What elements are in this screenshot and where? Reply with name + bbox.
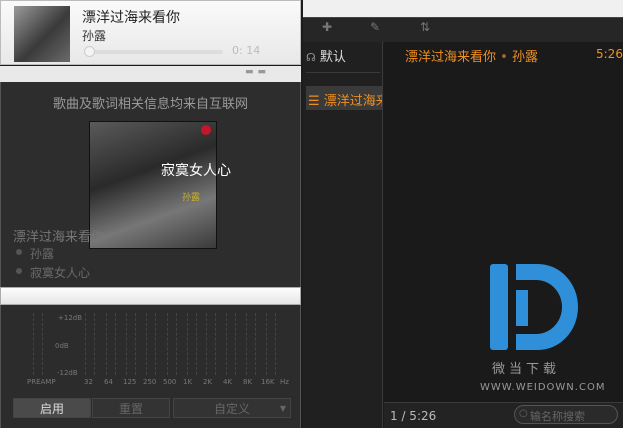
info-album: 寂寞女人心	[30, 266, 91, 280]
eq-slider-2k[interactable]	[206, 313, 216, 375]
eq-preset-label: 自定义	[213, 402, 250, 416]
eq-slider-preamp[interactable]	[33, 313, 43, 375]
eq-slider-250[interactable]	[146, 313, 156, 375]
search-icon: ○	[519, 408, 528, 419]
panel-control-icons[interactable]: ▬▬	[245, 67, 270, 77]
eq-slider-16k[interactable]	[266, 313, 276, 375]
band-label-preamp: PREAMP	[27, 378, 56, 386]
progress-bar[interactable]	[88, 50, 223, 54]
eq-slider-1k[interactable]	[187, 313, 197, 375]
band-label-500: 500	[163, 378, 177, 386]
info-song-title: 漂洋过海来看你	[13, 230, 105, 245]
band-label-64: 64	[104, 378, 113, 386]
eq-slider-500[interactable]	[167, 313, 177, 375]
headphones-icon: ☊	[306, 51, 316, 64]
track-artist: 孙露	[511, 50, 538, 65]
band-label-250: 250	[143, 378, 157, 386]
playlist-toolbar	[303, 17, 623, 43]
info-artist: 孙露	[30, 247, 55, 261]
track-duration: 5:26	[596, 47, 623, 61]
progress-knob[interactable]	[84, 46, 95, 57]
eq-slider-125[interactable]	[126, 313, 136, 375]
band-label-8k: 8K	[243, 378, 253, 386]
eq-preset-dropdown[interactable]: 自定义 ▼	[173, 398, 291, 418]
panel-separator	[0, 287, 301, 305]
track-count: 1 / 5:26	[390, 409, 437, 423]
eq-slider-4k[interactable]	[226, 313, 236, 375]
eq-enable-button[interactable]: 启用	[13, 398, 91, 418]
mini-song-title: 漂洋过海来看你	[82, 10, 180, 26]
window-titlebar	[303, 0, 623, 17]
artist-dot-icon	[16, 249, 22, 255]
chevron-down-icon: ▼	[279, 404, 286, 413]
track-title: 漂洋过海来看你	[405, 50, 497, 65]
pencil-icon[interactable]: ✎	[370, 20, 380, 34]
eq-reset-button[interactable]: 重置	[92, 398, 170, 418]
band-label-hz: Hz	[280, 378, 289, 386]
watermark-brand: 微当下载	[492, 362, 561, 377]
db-bottom-label: -12dB	[57, 369, 78, 377]
band-label-16k: 16K	[261, 378, 275, 386]
weidown-logo-icon	[490, 264, 578, 350]
album-thumbnail[interactable]	[14, 6, 70, 62]
cover-artist-tag: 孙露	[182, 193, 201, 203]
band-label-1k: 1K	[183, 378, 193, 386]
sort-icon[interactable]: ⇅	[420, 20, 430, 34]
cover-title: 寂寞女人心	[161, 163, 231, 179]
eq-slider-32[interactable]	[85, 313, 95, 375]
album-dot-icon	[16, 268, 22, 274]
playlist-current-item[interactable]: ☰ 漂洋过海来看你	[308, 90, 382, 109]
band-label-2k: 2K	[203, 378, 213, 386]
eq-slider-64[interactable]	[106, 313, 116, 375]
db-top-label: +12dB	[58, 314, 83, 322]
playlist-default-label: 默认	[319, 50, 346, 65]
search-placeholder: 输名称搜索	[530, 410, 585, 423]
sidebar-divider	[306, 72, 380, 73]
band-label-32: 32	[84, 378, 93, 386]
play-time: 0: 14	[232, 44, 261, 57]
track-row[interactable]: 漂洋过海来看你 • 孙露	[405, 46, 538, 65]
playlist-default[interactable]: ☊ 默认	[306, 46, 346, 65]
watermark-url: WWW.WEIDOWN.COM	[480, 382, 606, 393]
source-notice: 歌曲及歌词相关信息均来自互联网	[52, 97, 248, 112]
list-icon: ☰	[308, 94, 320, 109]
band-label-125: 125	[123, 378, 137, 386]
band-label-4k: 4K	[223, 378, 233, 386]
playlist-current-label: 漂洋过海来看你	[323, 94, 382, 109]
label-logo-icon	[201, 125, 211, 135]
plus-icon[interactable]: ✚	[322, 20, 332, 34]
eq-slider-8k[interactable]	[246, 313, 256, 375]
album-cover	[89, 121, 217, 249]
mini-artist: 孙露	[82, 29, 107, 43]
db-mid-label: 0dB	[55, 342, 69, 350]
